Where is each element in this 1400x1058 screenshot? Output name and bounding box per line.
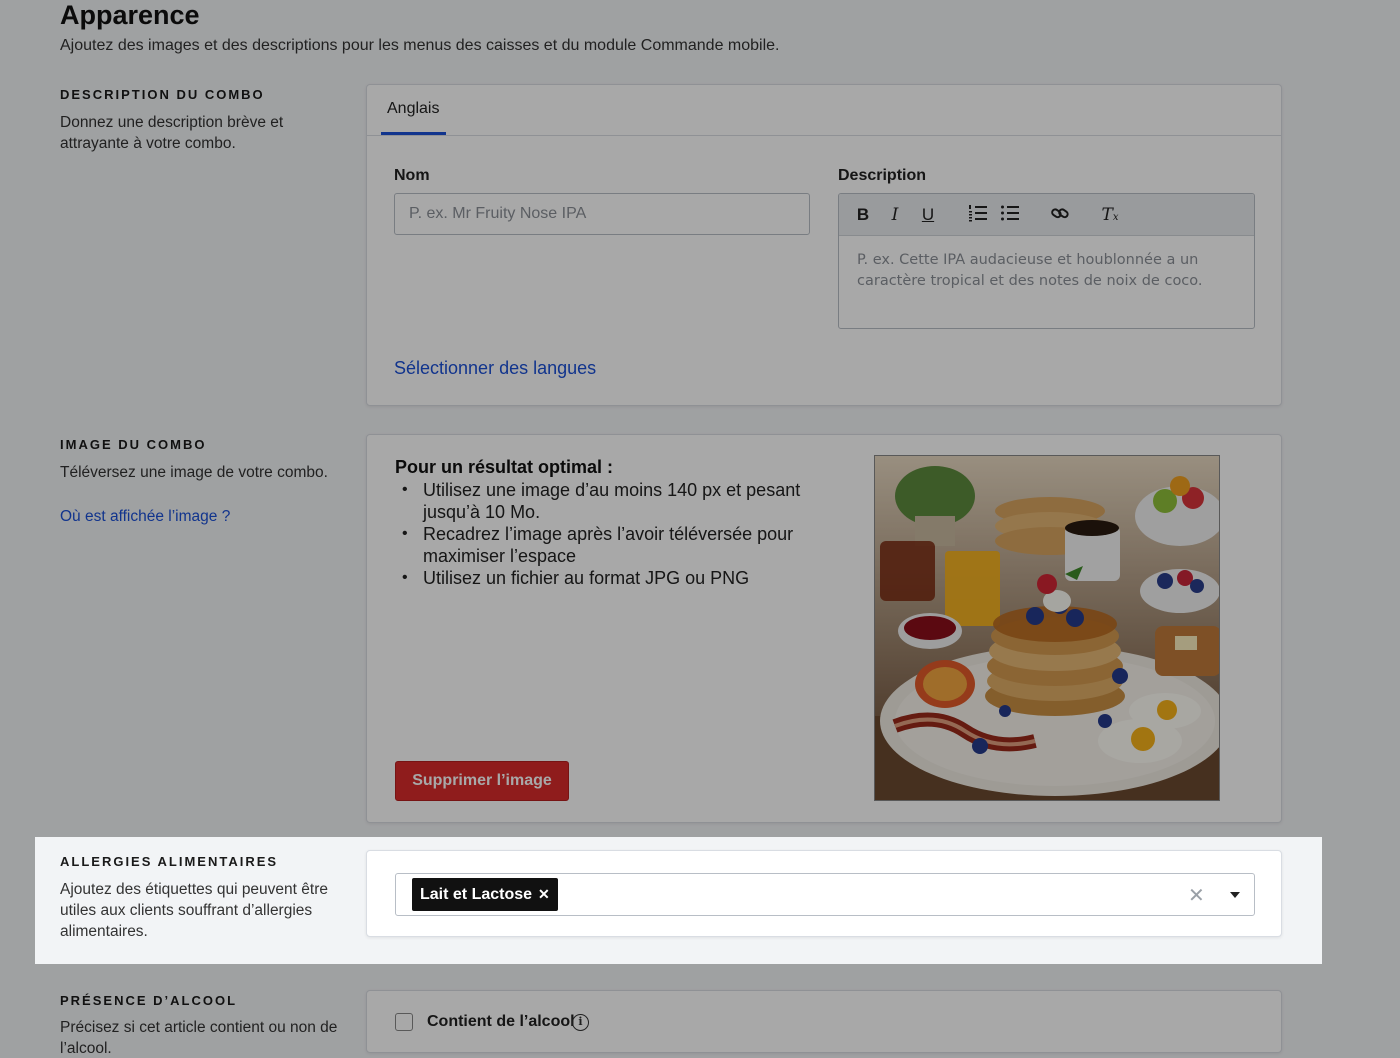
bold-icon[interactable]: B <box>851 204 875 226</box>
italic-icon[interactable]: I <box>883 204 907 226</box>
contains-alcohol-checkbox[interactable] <box>395 1013 413 1031</box>
tab-anglais[interactable]: Anglais <box>387 100 439 118</box>
alcohol-section-desc: Précisez si cet article contient ou non … <box>60 1019 338 1057</box>
image-section-desc: Téléversez une image de votre combo. <box>60 464 328 481</box>
alcohol-card: Contient de l’alcool i <box>366 990 1282 1053</box>
allergies-card: Lait et Lactose ✕ ✕ <box>366 850 1282 937</box>
tips-list: Utilisez une image d’au moins 140 px et … <box>395 479 815 589</box>
bullet-list-icon[interactable] <box>998 204 1022 226</box>
allergies-select[interactable]: Lait et Lactose ✕ ✕ <box>395 873 1255 916</box>
description-editor[interactable]: B I U Tx P. ex. Cette IPA audacieuse et … <box>838 193 1255 329</box>
remove-tag-icon[interactable]: ✕ <box>538 886 550 902</box>
active-tab-indicator <box>381 132 446 135</box>
contains-alcohol-label: Contient de l’alcool <box>427 1013 575 1030</box>
allergies-section-desc: Ajoutez des étiquettes qui peuvent être … <box>60 881 328 940</box>
info-icon[interactable]: i <box>572 1014 589 1031</box>
image-card: Pour un résultat optimal : Utilisez une … <box>366 434 1282 823</box>
where-image-link[interactable]: Où est affichée l’image ? <box>60 506 350 527</box>
select-languages-link[interactable]: Sélectionner des langues <box>394 358 596 379</box>
allergy-tag-label: Lait et Lactose <box>420 886 533 903</box>
breakfast-photo-illustration <box>875 456 1219 800</box>
ordered-list-icon[interactable] <box>966 204 990 226</box>
page-title: Apparence <box>60 0 200 30</box>
tip-item: Utilisez un fichier au format JPG ou PNG <box>395 567 815 589</box>
description-label: Description <box>838 167 927 184</box>
underline-icon[interactable]: U <box>916 204 940 226</box>
allergies-section-label: ALLERGIES ALIMENTAIRES <box>60 854 279 869</box>
description-placeholder: P. ex. Cette IPA audacieuse et houblonné… <box>857 252 1203 289</box>
description-section-desc: Donnez une description brève et attrayan… <box>60 114 284 152</box>
delete-image-button[interactable]: Supprimer l’image <box>395 761 569 801</box>
tips-title: Pour un résultat optimal : <box>395 457 614 477</box>
language-tabs: Anglais <box>367 85 1281 136</box>
clear-all-icon[interactable]: ✕ <box>1188 883 1205 908</box>
link-icon[interactable] <box>1048 204 1072 226</box>
combo-photo <box>874 455 1220 801</box>
dropdown-caret-icon[interactable] <box>1230 892 1240 898</box>
clear-format-icon[interactable]: Tx <box>1098 204 1122 226</box>
tip-item: Utilisez une image d’au moins 140 px et … <box>395 479 815 523</box>
editor-toolbar: B I U Tx <box>839 194 1254 236</box>
name-input[interactable] <box>394 193 810 235</box>
description-card: Anglais Nom Description B I U Tx <box>366 84 1282 406</box>
name-label: Nom <box>394 167 430 184</box>
page-subtitle: Ajoutez des images et des descriptions p… <box>60 37 780 54</box>
image-section-label: IMAGE DU COMBO <box>60 437 207 452</box>
allergies-highlight-band: ALLERGIES ALIMENTAIRES Ajoutez des étiqu… <box>35 837 1322 964</box>
description-section-label: DESCRIPTION DU COMBO <box>60 87 265 102</box>
allergy-tag: Lait et Lactose ✕ <box>412 878 558 911</box>
alcohol-section-label: PRÉSENCE D’ALCOOL <box>60 993 238 1008</box>
tip-item: Recadrez l’image après l’avoir téléversé… <box>395 523 815 567</box>
